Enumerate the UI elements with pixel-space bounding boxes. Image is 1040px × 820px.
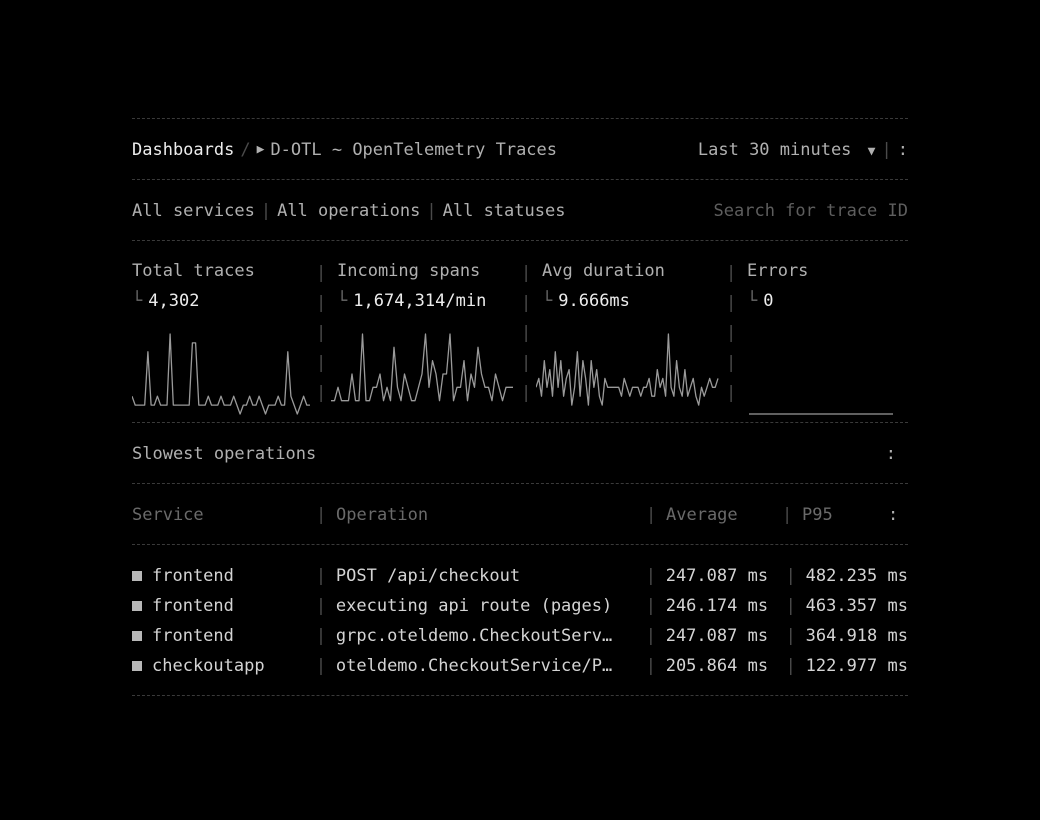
table-header: Service | Operation | Average | P95 :	[132, 485, 908, 544]
sparkline-total-traces	[132, 333, 310, 415]
filter-operations[interactable]: All operations	[277, 201, 420, 221]
operation-cell: executing api route (pages)	[335, 596, 613, 616]
p95-cell: 122.977 ms	[805, 656, 908, 676]
column-header-p95[interactable]: P95	[802, 505, 888, 525]
average-cell: 246.174 ms	[665, 596, 769, 616]
sparkline-incoming-spans	[331, 333, 513, 402]
time-range-picker[interactable]: Last 30 minutes ▼	[698, 140, 876, 160]
filter-services[interactable]: All services	[132, 201, 255, 221]
service-cell: frontend	[132, 566, 316, 586]
service-color-swatch	[132, 601, 142, 611]
column-separator: | | | | |	[521, 263, 532, 403]
dashboard-title: D-OTL ~ OpenTelemetry Traces	[270, 139, 558, 160]
header-menu-icon[interactable]: :	[898, 140, 908, 160]
stat-incoming-spans: Incoming spans └ 1,674,314/min	[331, 242, 527, 422]
section-title: Slowest operations	[132, 443, 317, 464]
average-cell: 247.087 ms	[665, 566, 769, 586]
sparkline-path	[132, 333, 310, 415]
breadcrumb-separator: /	[240, 139, 251, 160]
table-menu-icon[interactable]: :	[888, 505, 898, 525]
stat-title: Avg duration	[542, 261, 665, 281]
column-separator: |	[316, 504, 327, 525]
header-separator: |	[881, 139, 892, 160]
p95-cell: 463.357 ms	[805, 596, 908, 616]
stat-title: Incoming spans	[337, 261, 481, 281]
service-color-swatch	[132, 631, 142, 641]
service-cell: frontend	[132, 626, 316, 646]
sparkline-path	[536, 333, 719, 406]
table-row[interactable]: frontend | executing api route (pages) |…	[132, 591, 908, 621]
dropdown-arrow-icon: ▼	[867, 143, 876, 159]
stat-avg-duration: Avg duration └ 9.666ms	[536, 242, 732, 422]
trace-id-search-input[interactable]	[668, 200, 908, 221]
column-separator: |	[646, 504, 657, 525]
traces-dashboard: Dashboards / ▶ D-OTL ~ OpenTelemetry Tra…	[132, 118, 908, 697]
filter-separator: |	[426, 200, 437, 221]
table-row[interactable]: frontend | POST /api/checkout | 247.087 …	[132, 561, 908, 591]
stat-value: └ 9.666ms	[542, 291, 630, 311]
stat-total-traces: Total traces └ 4,302	[132, 242, 322, 422]
stat-value: └ 4,302	[132, 291, 200, 311]
column-separator: | | | | |	[726, 263, 737, 403]
operation-cell: oteldemo.CheckoutService/P…	[335, 656, 613, 676]
slowest-operations-header: Slowest operations :	[132, 424, 908, 483]
sparkline-errors	[749, 413, 893, 415]
average-cell: 205.864 ms	[665, 656, 769, 676]
service-color-swatch	[132, 571, 142, 581]
filter-separator: |	[260, 200, 272, 221]
operations-table-body: frontend | POST /api/checkout | 247.087 …	[132, 546, 908, 695]
service-cell: frontend	[132, 596, 316, 616]
stat-errors: Errors └ 0	[747, 242, 908, 422]
column-separator: | | | | |	[316, 263, 327, 403]
column-separator: |	[782, 504, 793, 525]
column-header-average[interactable]: Average	[666, 505, 782, 525]
filter-bar: All services | All operations | All stat…	[132, 181, 908, 240]
p95-cell: 482.235 ms	[805, 566, 908, 586]
time-range-label: Last 30 minutes	[697, 139, 852, 160]
table-row[interactable]: checkoutapp | oteldemo.CheckoutService/P…	[132, 651, 908, 681]
operation-cell: grpc.oteldemo.CheckoutServ…	[335, 626, 613, 646]
stat-value: └ 1,674,314/min	[337, 291, 487, 311]
section-menu-icon[interactable]: :	[886, 444, 908, 464]
table-row[interactable]: frontend | grpc.oteldemo.CheckoutServ… |…	[132, 621, 908, 651]
stat-title: Errors	[747, 261, 809, 281]
stat-value: └ 0	[747, 291, 774, 311]
average-cell: 247.087 ms	[665, 626, 769, 646]
breadcrumb-root[interactable]: Dashboards	[132, 140, 234, 160]
service-cell: checkoutapp	[132, 656, 316, 676]
operation-cell: POST /api/checkout	[335, 566, 521, 586]
service-color-swatch	[132, 661, 142, 671]
stat-title: Total traces	[132, 261, 255, 281]
stats-panel: Total traces └ 4,302 | | | | | Incoming spans…	[132, 242, 908, 422]
filter-statuses[interactable]: All statuses	[443, 201, 566, 221]
sparkline-path	[331, 333, 513, 402]
divider	[132, 695, 908, 697]
expand-caret-icon[interactable]: ▶	[257, 142, 271, 157]
sparkline-avg-duration	[536, 333, 719, 406]
column-header-service[interactable]: Service	[132, 505, 316, 525]
header-bar: Dashboards / ▶ D-OTL ~ OpenTelemetry Tra…	[132, 120, 908, 179]
column-header-operation[interactable]: Operation	[336, 505, 646, 525]
p95-cell: 364.918 ms	[805, 626, 908, 646]
